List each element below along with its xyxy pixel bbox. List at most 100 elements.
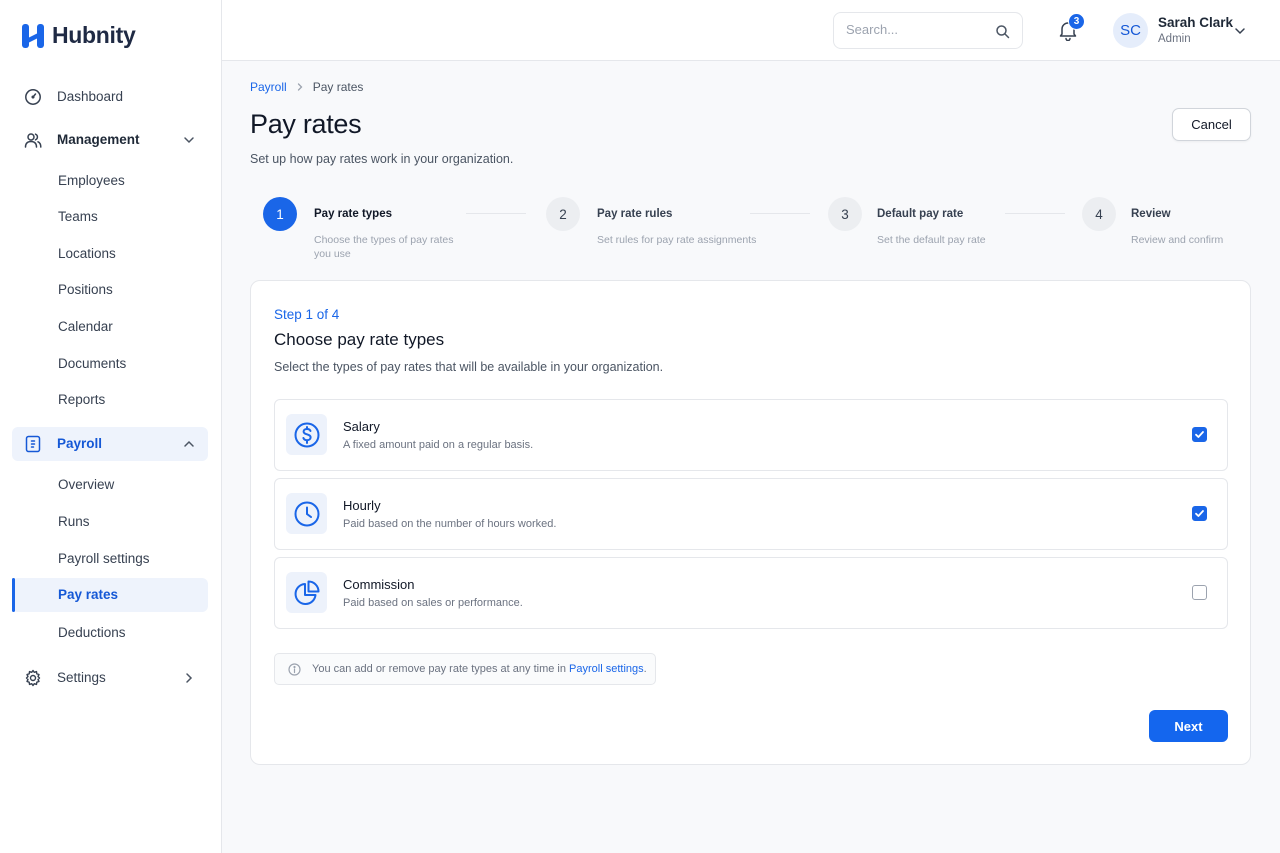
sidebar-item-employees[interactable]: Employees xyxy=(12,164,208,198)
info-icon xyxy=(288,663,301,676)
page-subtitle: Set up how pay rates work in your organi… xyxy=(250,152,514,166)
step-connector xyxy=(466,213,526,214)
gauge-icon xyxy=(25,89,41,105)
option-commission[interactable]: Commission Paid based on sales or perfor… xyxy=(274,557,1228,629)
sidebar-item-label: Payroll settings xyxy=(58,551,150,566)
sidebar-item-positions[interactable]: Positions xyxy=(12,273,208,307)
hourly-checkbox[interactable] xyxy=(1192,506,1207,521)
step-connector xyxy=(750,213,810,214)
info-text: You can add or remove pay rate types at … xyxy=(312,663,647,675)
logo[interactable]: Hubnity xyxy=(22,22,136,49)
chevron-down-icon xyxy=(184,137,194,144)
chevron-up-icon xyxy=(184,440,194,447)
option-icon-wrapper xyxy=(286,572,327,613)
pie-chart-icon xyxy=(294,580,319,605)
sidebar-item-label: Positions xyxy=(58,282,113,297)
clock-icon xyxy=(294,501,319,526)
step-label: Step 1 of 4 xyxy=(274,307,340,322)
salary-checkbox[interactable] xyxy=(1192,427,1207,442)
option-description: A fixed amount paid on a regular basis. xyxy=(343,439,534,451)
chevron-down-icon[interactable] xyxy=(1233,24,1247,38)
sidebar-item-label: Management xyxy=(57,132,140,147)
page-title: Pay rates xyxy=(250,109,362,139)
sidebar-item-runs[interactable]: Runs xyxy=(12,505,208,539)
app-name: Hubnity xyxy=(52,22,136,48)
option-icon-wrapper xyxy=(286,493,327,534)
commission-checkbox[interactable] xyxy=(1192,585,1207,600)
users-icon xyxy=(24,133,42,148)
sidebar-item-calendar[interactable]: Calendar xyxy=(12,310,208,344)
sidebar-item-label: Dashboard xyxy=(57,89,124,104)
step-3-title: Default pay rate xyxy=(877,208,964,220)
step-4-title: Review xyxy=(1131,208,1171,220)
breadcrumb: Payroll Pay rates xyxy=(250,80,363,94)
pay-rate-types-card: Step 1 of 4 Choose pay rate types Select… xyxy=(250,280,1251,765)
breadcrumb-link-payroll[interactable]: Payroll xyxy=(250,80,287,94)
sidebar-section-payroll[interactable]: Payroll xyxy=(12,427,208,461)
gear-icon xyxy=(25,669,41,687)
avatar[interactable]: SC xyxy=(1113,13,1148,48)
step-3-indicator[interactable]: 3 xyxy=(828,197,862,231)
sidebar-item-teams[interactable]: Teams xyxy=(12,200,208,234)
step-2-description: Set rules for pay rate assignments xyxy=(597,234,757,246)
sidebar-item-reports[interactable]: Reports xyxy=(12,383,208,417)
notification-badge: 3 xyxy=(1068,13,1085,30)
sidebar-item-label: Locations xyxy=(58,246,116,261)
chevron-right-icon xyxy=(186,673,193,683)
sidebar-item-label: Reports xyxy=(58,392,106,407)
chevron-right-icon xyxy=(297,83,303,91)
info-note: You can add or remove pay rate types at … xyxy=(274,653,656,685)
breadcrumb-current: Pay rates xyxy=(312,80,364,94)
option-icon-wrapper xyxy=(286,414,327,455)
option-name: Commission xyxy=(343,577,415,592)
search-icon[interactable] xyxy=(995,24,1010,39)
top-bar: 3 SC Sarah Clark Admin xyxy=(222,0,1280,61)
step-connector xyxy=(1005,213,1065,214)
sidebar-item-label: Settings xyxy=(57,670,106,685)
search-box[interactable] xyxy=(833,12,1023,49)
sidebar-item-label: Employees xyxy=(58,173,125,188)
sidebar-item-pay-rates[interactable]: Pay rates xyxy=(12,578,208,612)
sidebar-item-label: Payroll xyxy=(57,436,103,451)
user-name[interactable]: Sarah Clark xyxy=(1158,15,1233,30)
dollar-circle-icon xyxy=(294,422,319,447)
info-text-suffix: . xyxy=(643,663,647,675)
sidebar-item-payroll-settings[interactable]: Payroll settings xyxy=(12,542,208,576)
sidebar-item-documents[interactable]: Documents xyxy=(12,347,208,381)
sidebar-item-label: Overview xyxy=(58,477,115,492)
info-text-body: You can add or remove pay rate types at … xyxy=(312,663,570,675)
step-4-indicator[interactable]: 4 xyxy=(1082,197,1116,231)
payroll-settings-link[interactable]: Payroll settings xyxy=(569,663,644,675)
sidebar: Hubnity Dashboard Management Employees T… xyxy=(0,0,222,853)
sidebar-item-locations[interactable]: Locations xyxy=(12,237,208,271)
sidebar-section-management[interactable]: Management xyxy=(12,123,208,157)
checkmark-icon xyxy=(1195,510,1204,517)
option-hourly[interactable]: Hourly Paid based on the number of hours… xyxy=(274,478,1228,550)
sidebar-item-label: Pay rates xyxy=(58,587,119,602)
step-2-indicator[interactable]: 2 xyxy=(546,197,580,231)
step-1-indicator[interactable]: 1 xyxy=(263,197,297,231)
sidebar-item-label: Teams xyxy=(58,209,98,224)
sidebar-item-label: Runs xyxy=(58,514,90,529)
user-role: Admin xyxy=(1158,33,1191,45)
sidebar-item-overview[interactable]: Overview xyxy=(12,468,208,502)
option-name: Hourly xyxy=(343,498,381,513)
next-button[interactable]: Next xyxy=(1149,710,1228,742)
step-1-title: Pay rate types xyxy=(314,208,392,220)
step-4-description: Review and confirm xyxy=(1131,234,1224,246)
search-input[interactable] xyxy=(846,22,986,37)
cancel-button[interactable]: Cancel xyxy=(1172,108,1251,141)
card-description: Select the types of pay rates that will … xyxy=(274,360,664,374)
sidebar-item-settings[interactable]: Settings xyxy=(12,661,208,695)
payroll-icon xyxy=(25,435,41,453)
option-description: Paid based on sales or performance. xyxy=(343,597,523,609)
step-2-title: Pay rate rules xyxy=(597,208,673,220)
sidebar-item-dashboard[interactable]: Dashboard xyxy=(12,80,208,114)
option-description: Paid based on the number of hours worked… xyxy=(343,518,557,530)
option-salary[interactable]: Salary A fixed amount paid on a regular … xyxy=(274,399,1228,471)
sidebar-item-label: Documents xyxy=(58,356,127,371)
sidebar-item-deductions[interactable]: Deductions xyxy=(12,616,208,650)
card-title: Choose pay rate types xyxy=(274,330,445,349)
step-1-description: Choose the types of pay rates you use xyxy=(314,234,454,260)
sidebar-item-label: Calendar xyxy=(58,319,113,334)
